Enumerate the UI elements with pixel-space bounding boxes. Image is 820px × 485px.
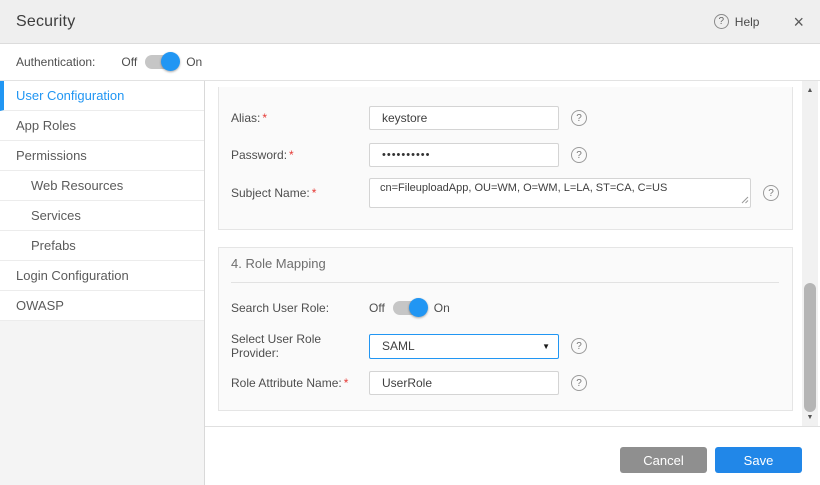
sidebar-item-label: Services — [31, 208, 81, 223]
dialog-body: User Configuration App Roles Permissions… — [0, 81, 820, 485]
role-attribute-label: Role Attribute Name:* — [231, 376, 369, 390]
security-dialog: Security ? Help × Authentication: Off On… — [0, 0, 820, 485]
alias-input[interactable] — [369, 106, 559, 130]
field-row-search-user-role: Search User Role: Off On — [219, 298, 792, 318]
scrollable-form-area: Alias:* ? Password:* ? Subject Name:* cn… — [205, 81, 820, 427]
dialog-footer: Cancel Save — [205, 427, 820, 485]
section-title: 4. Role Mapping — [231, 256, 326, 271]
subject-name-label: Subject Name:* — [231, 186, 369, 200]
sidebar-item-label: User Configuration — [16, 88, 124, 103]
toggle-off-label: Off — [369, 301, 385, 315]
user-role-provider-select[interactable]: SAML ▼ — [369, 334, 559, 359]
subject-name-textarea-wrap: cn=FileuploadApp, OU=WM, O=WM, L=LA, ST=… — [369, 178, 751, 208]
sidebar-item-user-configuration[interactable]: User Configuration — [0, 81, 204, 111]
sidebar-item-login-configuration[interactable]: Login Configuration — [0, 261, 204, 291]
dialog-header: Security ? Help × — [0, 0, 820, 44]
keystore-section-card: Alias:* ? Password:* ? Subject Name:* cn… — [218, 87, 793, 230]
help-icon[interactable]: ? — [571, 375, 587, 391]
help-icon[interactable]: ? — [571, 147, 587, 163]
selected-option-label: SAML — [382, 339, 415, 353]
content-panel: Alias:* ? Password:* ? Subject Name:* cn… — [205, 81, 820, 485]
textarea-resize-handle[interactable] — [741, 196, 749, 204]
search-user-role-label: Search User Role: — [231, 301, 369, 315]
help-icon[interactable]: ? — [714, 14, 729, 29]
scroll-up-button[interactable]: ▲ — [802, 83, 818, 97]
sidebar-item-prefabs[interactable]: Prefabs — [0, 231, 204, 261]
authentication-label: Authentication: — [16, 55, 95, 69]
sidebar-item-label: Permissions — [16, 148, 87, 163]
field-row-user-role-provider: Select User Role Provider: SAML ▼ ? — [219, 333, 792, 359]
toggle-on-label: On — [186, 55, 202, 69]
field-row-password: Password:* ? — [219, 143, 792, 167]
toggle-on-label: On — [434, 301, 450, 315]
header-actions: ? Help × — [714, 13, 804, 31]
sidebar-item-label: Prefabs — [31, 238, 76, 253]
role-attribute-input[interactable] — [369, 371, 559, 395]
sidebar-item-label: OWASP — [16, 298, 64, 313]
help-link[interactable]: Help — [735, 15, 760, 29]
user-role-provider-label: Select User Role Provider: — [231, 332, 369, 360]
scroll-down-button[interactable]: ▼ — [802, 410, 818, 424]
required-mark: * — [262, 111, 267, 125]
save-button[interactable]: Save — [715, 447, 802, 473]
subject-name-textarea[interactable]: cn=FileuploadApp, OU=WM, O=WM, L=LA, ST=… — [369, 178, 751, 208]
required-mark: * — [344, 376, 349, 390]
toggle-knob — [161, 52, 180, 71]
vertical-scrollbar[interactable]: ▲ ▼ — [802, 81, 818, 426]
sidebar-item-owasp[interactable]: OWASP — [0, 291, 204, 321]
sidebar-item-services[interactable]: Services — [0, 201, 204, 231]
sidebar-item-permissions[interactable]: Permissions — [0, 141, 204, 171]
field-row-alias: Alias:* ? — [219, 106, 792, 130]
toggle-off-label: Off — [121, 55, 137, 69]
search-user-role-toggle-group: Off On — [369, 301, 450, 315]
chevron-down-icon: ▼ — [542, 342, 550, 351]
alias-label: Alias:* — [231, 111, 369, 125]
role-mapping-section-card: 4. Role Mapping Search User Role: Off On — [218, 247, 793, 411]
sidebar-item-label: Web Resources — [31, 178, 123, 193]
sidebar: User Configuration App Roles Permissions… — [0, 81, 205, 485]
authentication-toggle-group: Off On — [121, 55, 202, 69]
help-icon[interactable]: ? — [571, 338, 587, 354]
scrollbar-thumb[interactable] — [804, 283, 816, 412]
divider — [231, 282, 779, 283]
sidebar-item-label: App Roles — [16, 118, 76, 133]
sidebar-item-label: Login Configuration — [16, 268, 129, 283]
sidebar-item-web-resources[interactable]: Web Resources — [0, 171, 204, 201]
password-input[interactable] — [369, 143, 559, 167]
help-icon[interactable]: ? — [571, 110, 587, 126]
field-row-role-attribute: Role Attribute Name:* ? — [219, 371, 792, 395]
password-label: Password:* — [231, 148, 369, 162]
help-icon[interactable]: ? — [763, 185, 779, 201]
authentication-row: Authentication: Off On — [0, 44, 820, 81]
field-row-subject-name: Subject Name:* cn=FileuploadApp, OU=WM, … — [219, 178, 792, 208]
sidebar-item-app-roles[interactable]: App Roles — [0, 111, 204, 141]
cancel-button[interactable]: Cancel — [620, 447, 707, 473]
page-title: Security — [16, 13, 75, 31]
toggle-knob — [409, 298, 428, 317]
close-icon[interactable]: × — [793, 13, 804, 31]
required-mark: * — [312, 186, 317, 200]
required-mark: * — [289, 148, 294, 162]
search-user-role-toggle[interactable] — [393, 301, 426, 315]
authentication-toggle[interactable] — [145, 55, 178, 69]
